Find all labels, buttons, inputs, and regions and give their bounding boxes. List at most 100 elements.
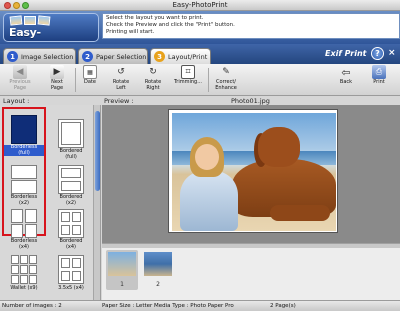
previous-page-button[interactable]: ◀ Previous Page [6,65,34,95]
rotate-left-label: Rotate Left [112,79,130,91]
tab-paper-selection[interactable]: 2 Paper Selection [78,48,148,64]
previous-page-icon: ◀ [13,65,27,79]
layout-thumbnail [58,165,84,194]
preview-photo[interactable] [172,113,336,231]
logo-text: Easy-PhotoPrint [9,26,73,41]
date-button[interactable]: ▦ Date [80,65,100,95]
photo-girl-body [180,171,238,231]
layout-cell [61,212,70,222]
layout-cell [11,255,19,264]
image-count: Number of images : 2 [2,303,62,309]
preview-paper [168,109,338,233]
layout-cell [20,265,28,274]
layout-thumbnail [11,165,37,194]
logo-photo-icon [37,15,51,26]
layout-cell [72,258,81,268]
printer-icon: ⎙ [372,65,386,79]
tab-label: Paper Selection [96,52,147,61]
layout-thumbnail [11,255,37,284]
layout-label: 3.5x5 (x4) [58,285,84,291]
photo-girl-face [195,144,219,170]
layout-list: Borderless (full) Bordered (full) Border… [0,105,101,300]
layout-cell [29,265,37,274]
print-button[interactable]: ⎙ Print [368,65,390,95]
tab-label: Image Selection [21,52,74,61]
page-thumbnail-1[interactable]: 1 [106,250,138,290]
thumbnail-number: 2 [156,281,160,288]
layout-label: Bordered (full) [59,148,83,160]
preview-heading: Preview : [104,97,134,105]
toolbar: ◀ Previous Page ▶ Next Page ▦ Date ↺ Rot… [0,64,400,96]
section-headings: Layout : Preview : Photo01.jpg [0,96,400,105]
layout-cell [20,275,28,284]
instructions-box: Select the layout you want to print. Che… [102,13,400,39]
app-banner: Easy-PhotoPrint Select the layout you wa… [0,11,400,44]
page-thumbnail-2[interactable]: 2 [142,250,174,290]
layout-cell [61,122,81,145]
layout-cell [11,275,19,284]
trimming-label: Trimming... [173,79,202,85]
exif-print-logo: Exif Print [325,49,367,58]
help-button[interactable]: ? [371,47,384,60]
layout-cell [72,271,81,281]
window-title: Easy-PhotoPrint [172,1,228,9]
step-3-icon: 3 [154,51,165,62]
layout-cell [11,180,37,194]
step-2-icon: 2 [82,51,93,62]
layout-cell [11,265,19,274]
page-count: 2 Page(s) [270,303,296,309]
layout-label: Borderless (x2) [10,194,38,206]
trimming-button[interactable]: ⌗ Trimming... [171,65,205,95]
layout-thumbnail [11,115,37,144]
preview-filename: Photo01.jpg [231,97,270,105]
correct-enhance-label: Correct/ Enhance [215,79,237,91]
layout-cell [72,212,81,222]
layout-label: Bordered (x4) [59,238,83,250]
step-1-icon: 1 [7,51,18,62]
next-page-button[interactable]: ▶ Next Page [45,65,69,95]
status-bar: Number of images : 2 Paper Size : Letter… [0,300,400,311]
rotate-right-button[interactable]: ↻ Rotate Right [142,65,164,95]
layout-cell [61,271,70,281]
tab-image-selection[interactable]: 1 Image Selection [3,48,76,64]
back-arrow-icon: ⇦ [341,65,351,79]
print-label: Print [373,79,385,85]
layout-cell [61,258,70,268]
step-tabs: 1 Image Selection 2 Paper Selection 3 La… [0,44,400,64]
rotate-left-button[interactable]: ↺ Rotate Left [110,65,132,95]
layout-cell [11,115,37,144]
paper-info: Paper Size : Letter Media Type : Photo P… [102,303,234,309]
previous-page-label: Previous Page [9,79,31,91]
close-icon[interactable]: × [388,48,396,58]
logo-photo-icon [24,16,36,25]
photo-dog-leg [270,205,330,221]
layout-cell [25,224,37,238]
rotate-left-icon: ↺ [117,67,125,77]
next-page-icon: ▶ [50,65,64,79]
rotate-right-icon: ↻ [149,67,157,77]
correct-enhance-button[interactable]: ✎ Correct/ Enhance [210,65,242,95]
next-page-label: Next Page [50,79,64,91]
layout-label: Wallet (x9) [10,285,38,291]
back-button[interactable]: ⇦ Back [336,65,356,95]
scrollbar-thumb[interactable] [95,111,100,191]
layout-cell [61,181,81,191]
window-titlebar: Easy-PhotoPrint [0,0,400,11]
layout-cell [61,168,81,178]
layout-cell [11,209,23,223]
layout-thumbnail [58,119,84,148]
layout-label: Bordered (x2) [59,194,83,206]
layout-scrollbar[interactable] [93,105,100,300]
layout-label: Borderless (full) [4,144,44,156]
tab-layout-print[interactable]: 3 Layout/Print [150,48,211,64]
layout-thumbnail [11,209,37,238]
logo-photo-icon [9,15,23,26]
page-thumbnail-strip: 1 2 [102,248,400,300]
layout-cell [29,255,37,264]
layout-thumbnail [58,255,84,284]
layout-heading: Layout : [3,97,30,105]
date-label: Date [84,79,96,85]
layout-thumbnail [58,209,84,238]
app-logo: Easy-PhotoPrint [3,13,99,42]
layout-cell [25,209,37,223]
